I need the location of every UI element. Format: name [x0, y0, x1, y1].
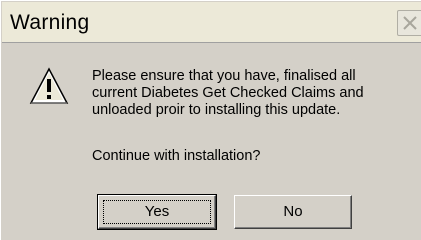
close-icon	[403, 16, 417, 30]
message-line: Please ensure that you have, finalised a…	[92, 68, 356, 84]
no-button-label: No	[283, 203, 303, 220]
dialog-title: Warning	[10, 11, 90, 34]
title-bar[interactable]: Warning	[2, 2, 421, 43]
message-line: current Diabetes Get Checked Claims and	[92, 85, 364, 101]
warning-dialog: Warning Please ensure that you have, fin…	[0, 0, 421, 240]
warning-icon	[29, 67, 69, 104]
close-button[interactable]	[397, 10, 421, 36]
warning-message: Please ensure that you have, finalised a…	[92, 68, 412, 119]
no-button[interactable]: No	[234, 195, 352, 229]
focus-rect	[103, 200, 211, 224]
yes-button[interactable]: Yes	[97, 194, 217, 230]
message-line: unloaded proir to installing this update…	[92, 102, 341, 118]
confirm-prompt: Continue with installation?	[92, 148, 261, 164]
